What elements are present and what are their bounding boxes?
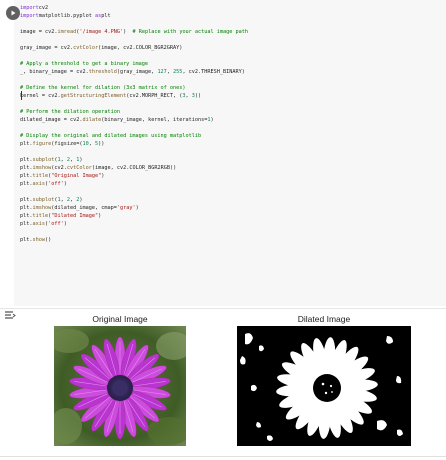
text-cursor	[21, 91, 23, 100]
code-line: # Apply a threshold to get a binary imag…	[20, 61, 149, 67]
code-line: # Perform the dilation operation	[20, 109, 120, 115]
play-icon	[11, 10, 16, 16]
code-line: plt.subplot(1, 2, 1)	[20, 157, 83, 163]
code-line: # Display the original and dilated image…	[20, 133, 202, 139]
code-line: plt.imshow(dilated_image, cmap='gray')	[20, 205, 139, 211]
code-line: plt.show()	[20, 237, 52, 243]
code-line: importmatplotlib.pyplot asplt	[20, 13, 111, 19]
code-line: image = cv2.imread('/image 4.PNG') # Rep…	[20, 29, 249, 35]
code-line: dilated_image = cv2.dilate(binary_image,…	[20, 117, 214, 123]
code-line: plt.imshow(cv2.cvtColor(image, cv2.COLOR…	[20, 165, 177, 171]
code-line: _, binary_image = cv2.threshold(gray_ima…	[20, 69, 245, 75]
code-line: plt.title("Original Image")	[20, 173, 105, 179]
code-editor[interactable]: importcv2 importmatplotlib.pyplot asplt i…	[20, 4, 440, 244]
dilated-image-title: Dilated Image	[297, 314, 351, 324]
dilated-image	[237, 326, 411, 446]
bottom-border	[0, 456, 446, 457]
original-image	[54, 326, 186, 446]
code-line: gray_image = cv2.cvtColor(image, cv2.COL…	[20, 45, 183, 51]
code-line: kernel = cv2.getStructuringElement(cv2.M…	[20, 93, 202, 99]
code-line: plt.figure(figsize=(10, 5))	[20, 141, 105, 147]
code-line: # Define the kernel for dilation (3x3 ma…	[20, 85, 186, 91]
code-line: plt.axis('off')	[20, 221, 67, 227]
code-line: importcv2	[20, 5, 49, 11]
output-toggle-icon[interactable]	[4, 310, 16, 320]
output-divider	[0, 308, 446, 309]
run-cell-button[interactable]	[6, 6, 20, 20]
code-line: plt.axis('off')	[20, 181, 67, 187]
original-image-title: Original Image	[92, 314, 148, 324]
code-line: plt.subplot(1, 2, 2)	[20, 197, 83, 203]
code-line: plt.title("Dilated Image")	[20, 213, 102, 219]
